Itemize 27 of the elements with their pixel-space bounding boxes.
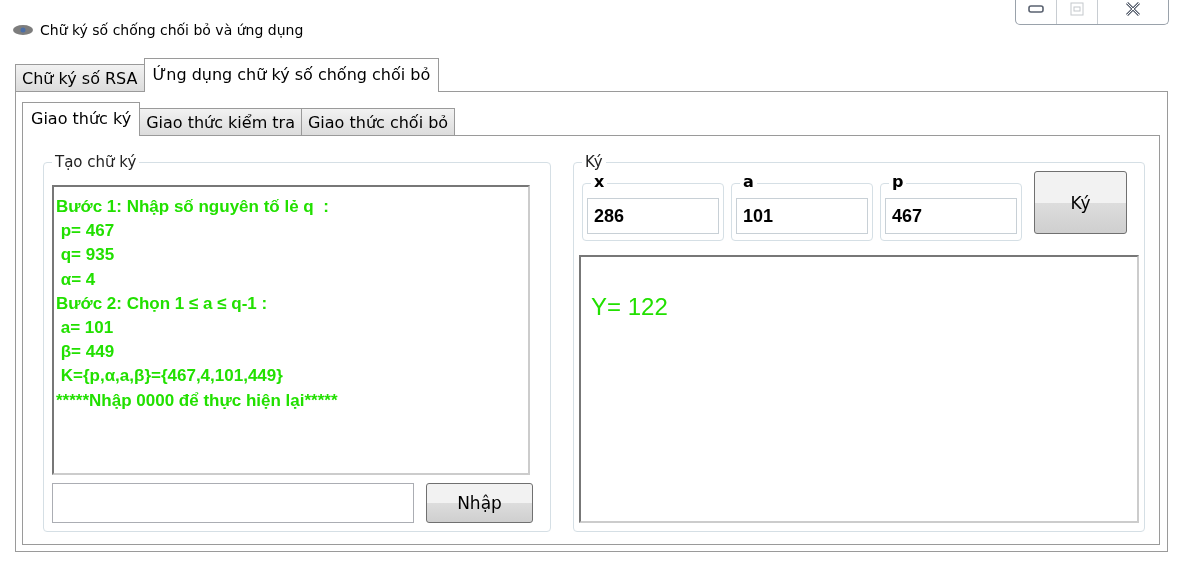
sign-button[interactable]: Ký <box>1034 171 1127 234</box>
input-field[interactable]: 101 <box>736 198 868 234</box>
log-line: *****Nhập 0000 để thực hiện lại***** <box>56 389 338 412</box>
tab[interactable]: Chữ ký số RSA <box>15 64 145 91</box>
input-field[interactable]: 286 <box>587 198 719 234</box>
group-title: Tạo chữ ký <box>52 153 140 171</box>
tab[interactable]: Giao thức ký <box>22 102 141 136</box>
log-line: K={p,α,a,β}={467,4,101,449} <box>59 365 283 388</box>
tab[interactable]: Ứng dụng chữ ký số chống chối bỏ <box>143 58 440 92</box>
tab[interactable]: Giao thức kiểm tra <box>139 108 302 135</box>
log-line: Bước 2: Chọn 1 ≤ a ≤ q-1 : <box>56 292 268 315</box>
log-line: q= 935 <box>59 244 115 267</box>
input-field[interactable]: 467 <box>885 198 1017 234</box>
tab[interactable]: Giao thức chối bỏ <box>300 108 456 135</box>
window-title: Chữ ký số chống chối bỏ và ứng dụng <box>40 22 304 38</box>
close-icon[interactable] <box>1125 2 1141 16</box>
log-line: β= 449 <box>59 341 115 364</box>
log-line: a= 101 <box>59 317 114 339</box>
input-field[interactable] <box>52 483 414 523</box>
log-line: α= 4 <box>59 268 96 291</box>
app-icon <box>12 24 34 36</box>
result-text: Y= 122 <box>591 293 668 320</box>
log-line: p= 467 <box>59 220 115 243</box>
group-title: Ký <box>582 153 606 171</box>
log-line: Bước 1: Nhập số nguyên tố lẻ q : <box>56 196 329 218</box>
submit-button[interactable]: Nhập <box>426 483 533 523</box>
minimize-icon[interactable] <box>1028 5 1044 13</box>
